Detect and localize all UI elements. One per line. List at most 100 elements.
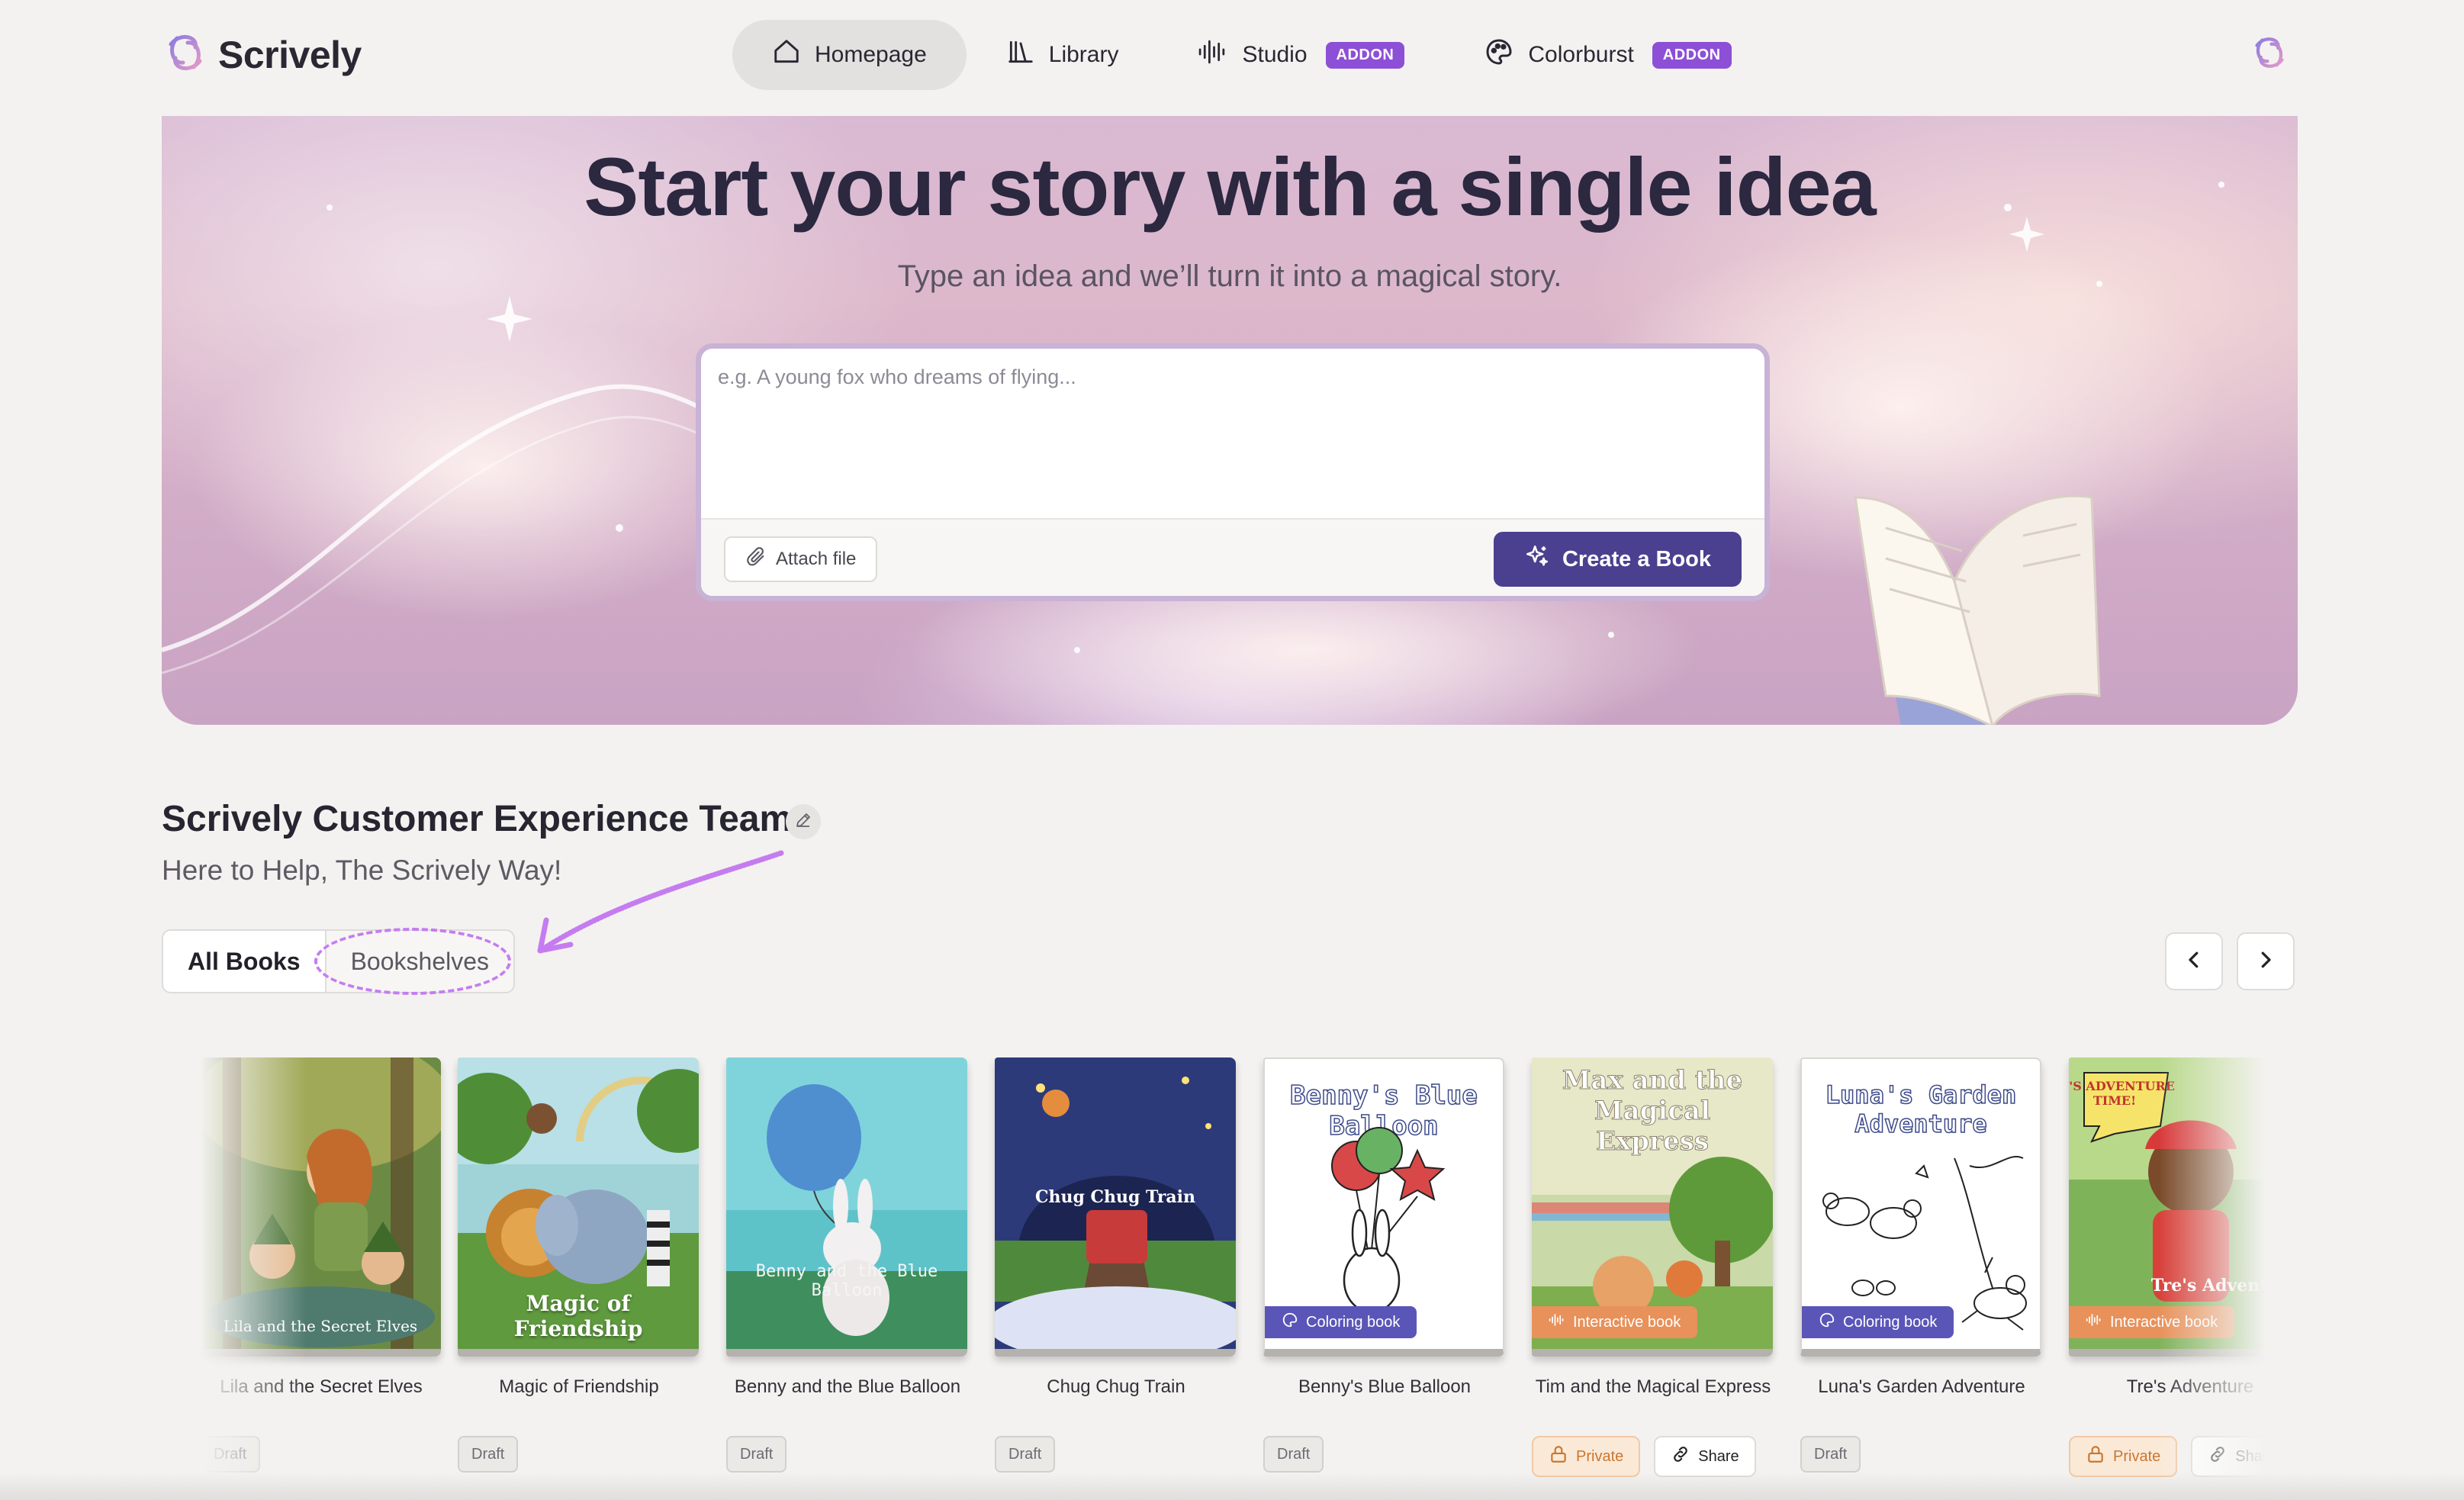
palette-icon bbox=[1282, 1312, 1298, 1333]
draft-badge: Draft bbox=[995, 1436, 1056, 1473]
nav-colorburst-label: Colorburst bbox=[1528, 42, 1634, 67]
draft-badge: Draft bbox=[726, 1436, 787, 1473]
private-badge[interactable]: Private bbox=[1532, 1436, 1641, 1477]
carousel-next-button[interactable] bbox=[2237, 932, 2295, 990]
hero-title: Start your story with a single idea bbox=[584, 140, 1876, 233]
scrively-avatar-icon bbox=[2255, 37, 2284, 68]
addon-badge: ADDON bbox=[1325, 41, 1405, 69]
lock-icon bbox=[1549, 1444, 1568, 1469]
create-book-button[interactable]: Create a Book bbox=[1493, 532, 1742, 587]
nav-homepage[interactable]: Homepage bbox=[732, 20, 967, 90]
book-cover[interactable]: Chug Chug Train bbox=[995, 1057, 1236, 1357]
link-icon bbox=[1671, 1444, 1690, 1469]
carousel-prev-button[interactable] bbox=[2165, 932, 2223, 990]
book-cover[interactable]: Magic of Friendship bbox=[458, 1057, 699, 1357]
book-title[interactable]: Luna's Garden Adventure bbox=[1800, 1376, 2043, 1398]
book-title[interactable]: Chug Chug Train bbox=[995, 1376, 1237, 1398]
cover-title-text: Tre's Adventure bbox=[2150, 1276, 2266, 1296]
sparkles-icon bbox=[1524, 543, 1550, 575]
profile-name: Scrively Customer Experience Team bbox=[162, 799, 793, 839]
book-title[interactable]: Lila and the Secret Elves bbox=[200, 1376, 442, 1398]
lock-icon bbox=[2086, 1444, 2105, 1469]
book-cover[interactable]: Benny and the Blue Balloon bbox=[726, 1057, 967, 1357]
book-card[interactable]: Lila and the Secret Elves Lila and the S… bbox=[200, 1057, 442, 1473]
interactive-book-ribbon: Interactive book bbox=[2069, 1306, 2235, 1338]
book-cover[interactable]: Luna's Garden Adventure Coloring book bbox=[1800, 1057, 2041, 1357]
main-nav: Homepage Library Studio ADDON Colorburst… bbox=[732, 20, 1771, 90]
book-title[interactable]: Magic of Friendship bbox=[458, 1376, 700, 1398]
draft-badge: Draft bbox=[1263, 1436, 1324, 1473]
cover-title-text: Lila and the Secret Elves bbox=[223, 1317, 418, 1335]
palette-icon bbox=[1819, 1312, 1835, 1333]
book-meta: Draft bbox=[1800, 1436, 2043, 1473]
nav-colorburst[interactable]: Colorburst ADDON bbox=[1444, 20, 1771, 90]
attach-file-label: Attach file bbox=[776, 549, 857, 569]
ribbon-label: Coloring book bbox=[1306, 1313, 1401, 1331]
book-title[interactable]: Benny and the Blue Balloon bbox=[726, 1376, 969, 1398]
share-button[interactable]: Share bbox=[2191, 1436, 2266, 1477]
tab-all-books[interactable]: All Books bbox=[163, 931, 326, 992]
private-badge[interactable]: Private bbox=[2069, 1436, 2178, 1477]
nav-studio-label: Studio bbox=[1242, 42, 1308, 67]
account-menu-button[interactable] bbox=[2250, 34, 2289, 76]
coloring-book-ribbon: Coloring book bbox=[1265, 1306, 1417, 1338]
book-meta: Draft bbox=[200, 1436, 442, 1473]
ribbon-label: Interactive book bbox=[1573, 1313, 1681, 1331]
book-card[interactable]: Luna's Garden Adventure Coloring book Lu… bbox=[1800, 1057, 2043, 1473]
book-title[interactable]: Benny's Blue Balloon bbox=[1263, 1376, 1506, 1398]
annotation-arrow bbox=[537, 850, 784, 954]
edit-profile-button[interactable] bbox=[786, 804, 821, 839]
book-cover[interactable]: IT'S ADVENTURE TIME! Tre's Adventure Int… bbox=[2069, 1057, 2266, 1357]
book-card[interactable]: Benny and the Blue Balloon Benny and the… bbox=[726, 1057, 969, 1473]
book-card[interactable]: IT'S ADVENTURE TIME! Tre's Adventure Int… bbox=[2069, 1057, 2266, 1477]
scrively-logo-icon bbox=[163, 31, 207, 79]
audio-wave-icon bbox=[1549, 1312, 1565, 1333]
book-card[interactable]: Benny's Blue Balloon Coloring book Benny… bbox=[1263, 1057, 1506, 1473]
book-cover[interactable]: Max and the Magical Express Interactive … bbox=[1532, 1057, 1773, 1357]
draft-badge: Draft bbox=[458, 1436, 519, 1473]
idea-form-footer: Attach file Create a Book bbox=[701, 518, 1764, 596]
cover-title-text: Max and the Magical Express bbox=[1562, 1065, 1743, 1157]
attach-file-button[interactable]: Attach file bbox=[724, 536, 878, 582]
book-cover[interactable]: Benny's Blue Balloon Coloring book bbox=[1263, 1057, 1504, 1357]
share-label: Share bbox=[1698, 1447, 1739, 1465]
nav-library[interactable]: Library bbox=[967, 20, 1159, 90]
nav-studio[interactable]: Studio ADDON bbox=[1158, 20, 1444, 90]
book-title[interactable]: Tre's Adventure bbox=[2069, 1376, 2266, 1398]
book-meta: Draft bbox=[1263, 1436, 1506, 1473]
nav-homepage-label: Homepage bbox=[815, 42, 927, 67]
speech-bubble-text: IT'S ADVENTURE TIME! bbox=[2069, 1079, 2175, 1108]
cover-illustration bbox=[1331, 1127, 1446, 1314]
hero-banner: Start your story with a single idea Type… bbox=[162, 116, 2298, 725]
ribbon-label: Coloring book bbox=[1843, 1313, 1938, 1331]
app-name: Scrively bbox=[218, 33, 362, 76]
draft-badge: Draft bbox=[200, 1436, 261, 1473]
bottom-scroll-shadow bbox=[0, 1473, 2464, 1500]
create-book-label: Create a Book bbox=[1562, 546, 1711, 571]
book-meta: Draft bbox=[458, 1436, 700, 1473]
cover-illustration bbox=[726, 1057, 967, 1349]
hero-subtitle: Type an idea and we’ll turn it into a ma… bbox=[897, 259, 1562, 293]
private-label: Private bbox=[2113, 1447, 2161, 1465]
chevron-right-icon bbox=[2254, 948, 2277, 975]
book-title[interactable]: Tim and the Magical Express bbox=[1532, 1376, 1774, 1398]
share-label: Share bbox=[2235, 1447, 2266, 1465]
ribbon-label: Interactive book bbox=[2110, 1313, 2218, 1331]
home-icon bbox=[772, 37, 801, 72]
book-card[interactable]: Chug Chug Train Chug Chug Train Draft bbox=[995, 1057, 1237, 1473]
addon-badge: ADDON bbox=[1652, 41, 1732, 69]
cover-illustration bbox=[200, 1057, 441, 1349]
chevron-left-icon bbox=[2183, 948, 2205, 975]
book-card[interactable]: Max and the Magical Express Interactive … bbox=[1532, 1057, 1774, 1477]
nav-library-label: Library bbox=[1048, 42, 1119, 67]
audio-wave-icon bbox=[1198, 37, 1228, 72]
draft-badge: Draft bbox=[1800, 1436, 1861, 1473]
interactive-book-ribbon: Interactive book bbox=[1532, 1306, 1698, 1338]
coloring-book-ribbon: Coloring book bbox=[1802, 1306, 1954, 1338]
story-idea-input[interactable] bbox=[718, 365, 1740, 503]
book-cover[interactable]: Lila and the Secret Elves bbox=[200, 1057, 441, 1357]
book-card[interactable]: Magic of Friendship Magic of Friendship … bbox=[458, 1057, 700, 1473]
paperclip-icon bbox=[745, 546, 767, 573]
share-button[interactable]: Share bbox=[1654, 1436, 1756, 1477]
app-logo[interactable]: Scrively bbox=[163, 31, 362, 79]
